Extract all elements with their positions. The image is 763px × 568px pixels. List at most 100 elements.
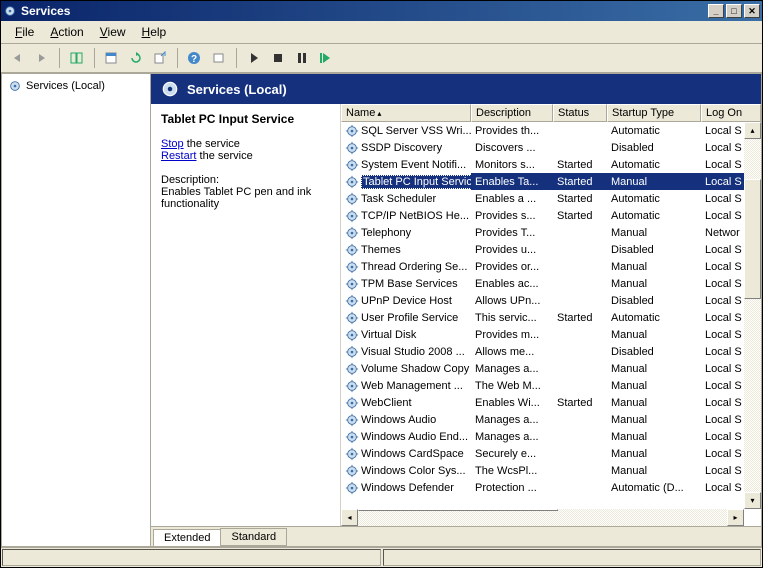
service-desc-cell[interactable]: Manages a...: [471, 428, 553, 445]
service-status-cell[interactable]: [553, 377, 607, 394]
service-name-cell[interactable]: Themes: [341, 241, 471, 258]
close-button[interactable]: ✕: [744, 4, 760, 18]
service-name-cell[interactable]: TCP/IP NetBIOS He...: [341, 207, 471, 224]
menu-action[interactable]: Action: [42, 23, 91, 41]
tab-standard[interactable]: Standard: [220, 528, 287, 546]
service-status-cell[interactable]: [553, 445, 607, 462]
service-startup-cell[interactable]: Automatic: [607, 309, 701, 326]
service-status-cell[interactable]: [553, 462, 607, 479]
service-name-cell[interactable]: Task Scheduler: [341, 190, 471, 207]
service-startup-cell[interactable]: Automatic (D...: [607, 479, 701, 496]
service-desc-cell[interactable]: Securely e...: [471, 445, 553, 462]
service-startup-cell[interactable]: Manual: [607, 224, 701, 241]
scroll-right-button[interactable]: ▸: [727, 509, 744, 526]
service-desc-cell[interactable]: Enables Wi...: [471, 394, 553, 411]
service-name-cell[interactable]: SSDP Discovery: [341, 139, 471, 156]
stop-service-link[interactable]: Stop: [161, 138, 184, 150]
service-status-cell[interactable]: [553, 411, 607, 428]
service-status-cell[interactable]: [553, 292, 607, 309]
titlebar[interactable]: Services _ □ ✕: [1, 1, 762, 21]
service-desc-cell[interactable]: The WcsPl...: [471, 462, 553, 479]
refresh-button[interactable]: [125, 47, 147, 69]
service-status-cell[interactable]: [553, 139, 607, 156]
service-startup-cell[interactable]: Disabled: [607, 241, 701, 258]
service-desc-cell[interactable]: Provides th...: [471, 122, 553, 139]
service-desc-cell[interactable]: Discovers ...: [471, 139, 553, 156]
column-description[interactable]: Description: [471, 104, 553, 122]
service-name-cell[interactable]: User Profile Service: [341, 309, 471, 326]
column-name[interactable]: Name▴: [341, 104, 471, 122]
service-name-cell[interactable]: Windows Audio End...: [341, 428, 471, 445]
service-desc-cell[interactable]: The Web M...: [471, 377, 553, 394]
service-desc-cell[interactable]: Enables ac...: [471, 275, 553, 292]
service-name-cell[interactable]: Web Management ...: [341, 377, 471, 394]
service-status-cell[interactable]: Started: [553, 309, 607, 326]
help-button[interactable]: ?: [184, 47, 206, 69]
service-startup-cell[interactable]: Disabled: [607, 139, 701, 156]
scroll-down-button[interactable]: ▾: [744, 492, 761, 509]
service-status-cell[interactable]: [553, 122, 607, 139]
service-desc-cell[interactable]: Enables a ...: [471, 190, 553, 207]
service-name-cell[interactable]: Tablet PC Input Service: [341, 173, 471, 190]
service-status-cell[interactable]: Started: [553, 207, 607, 224]
service-startup-cell[interactable]: Automatic: [607, 156, 701, 173]
service-name-cell[interactable]: Virtual Disk: [341, 326, 471, 343]
service-status-cell[interactable]: Started: [553, 156, 607, 173]
service-desc-cell[interactable]: Provides u...: [471, 241, 553, 258]
service-name-cell[interactable]: WebClient: [341, 394, 471, 411]
service-startup-cell[interactable]: Automatic: [607, 190, 701, 207]
service-name-cell[interactable]: SQL Server VSS Wri...: [341, 122, 471, 139]
restart-service-link[interactable]: Restart: [161, 150, 196, 162]
tree-pane[interactable]: Services (Local): [2, 74, 151, 546]
service-desc-cell[interactable]: Allows UPn...: [471, 292, 553, 309]
show-hide-tree-button[interactable]: [66, 47, 88, 69]
service-startup-cell[interactable]: Manual: [607, 394, 701, 411]
menu-file[interactable]: File: [7, 23, 42, 41]
service-startup-cell[interactable]: Manual: [607, 428, 701, 445]
column-logon[interactable]: Log On: [701, 104, 761, 122]
service-startup-cell[interactable]: Manual: [607, 360, 701, 377]
tree-root-item[interactable]: Services (Local): [6, 78, 146, 94]
service-startup-cell[interactable]: Manual: [607, 173, 701, 190]
service-startup-cell[interactable]: Automatic: [607, 122, 701, 139]
action-button[interactable]: [208, 47, 230, 69]
service-name-cell[interactable]: TPM Base Services: [341, 275, 471, 292]
service-desc-cell[interactable]: Provides m...: [471, 326, 553, 343]
service-startup-cell[interactable]: Automatic: [607, 207, 701, 224]
service-status-cell[interactable]: [553, 241, 607, 258]
back-button[interactable]: [7, 47, 29, 69]
services-list[interactable]: Name▴ Description Status Startup Type Lo…: [341, 104, 761, 496]
service-status-cell[interactable]: [553, 326, 607, 343]
maximize-button[interactable]: □: [726, 4, 742, 18]
service-startup-cell[interactable]: Disabled: [607, 292, 701, 309]
service-desc-cell[interactable]: Enables Ta...: [471, 173, 553, 190]
pause-service-button[interactable]: [291, 47, 313, 69]
stop-service-button[interactable]: [267, 47, 289, 69]
service-name-cell[interactable]: UPnP Device Host: [341, 292, 471, 309]
service-startup-cell[interactable]: Manual: [607, 445, 701, 462]
service-status-cell[interactable]: Started: [553, 173, 607, 190]
start-service-button[interactable]: [243, 47, 265, 69]
forward-button[interactable]: [31, 47, 53, 69]
horizontal-scrollbar[interactable]: ◂ ▸: [341, 509, 744, 526]
scroll-up-button[interactable]: ▴: [744, 122, 761, 139]
service-status-cell[interactable]: Started: [553, 190, 607, 207]
scroll-thumb-h[interactable]: [358, 509, 558, 511]
service-name-cell[interactable]: Telephony: [341, 224, 471, 241]
scroll-thumb[interactable]: [744, 179, 761, 299]
service-desc-cell[interactable]: Provides T...: [471, 224, 553, 241]
service-status-cell[interactable]: [553, 224, 607, 241]
service-name-cell[interactable]: System Event Notifi...: [341, 156, 471, 173]
export-button[interactable]: [149, 47, 171, 69]
service-desc-cell[interactable]: Manages a...: [471, 411, 553, 428]
service-desc-cell[interactable]: Manages a...: [471, 360, 553, 377]
service-desc-cell[interactable]: Provides or...: [471, 258, 553, 275]
service-desc-cell[interactable]: Protection ...: [471, 479, 553, 496]
service-status-cell[interactable]: [553, 428, 607, 445]
scroll-track[interactable]: [744, 139, 761, 492]
minimize-button[interactable]: _: [708, 4, 724, 18]
service-desc-cell[interactable]: This servic...: [471, 309, 553, 326]
service-desc-cell[interactable]: Monitors s...: [471, 156, 553, 173]
service-name-cell[interactable]: Thread Ordering Se...: [341, 258, 471, 275]
service-startup-cell[interactable]: Manual: [607, 275, 701, 292]
